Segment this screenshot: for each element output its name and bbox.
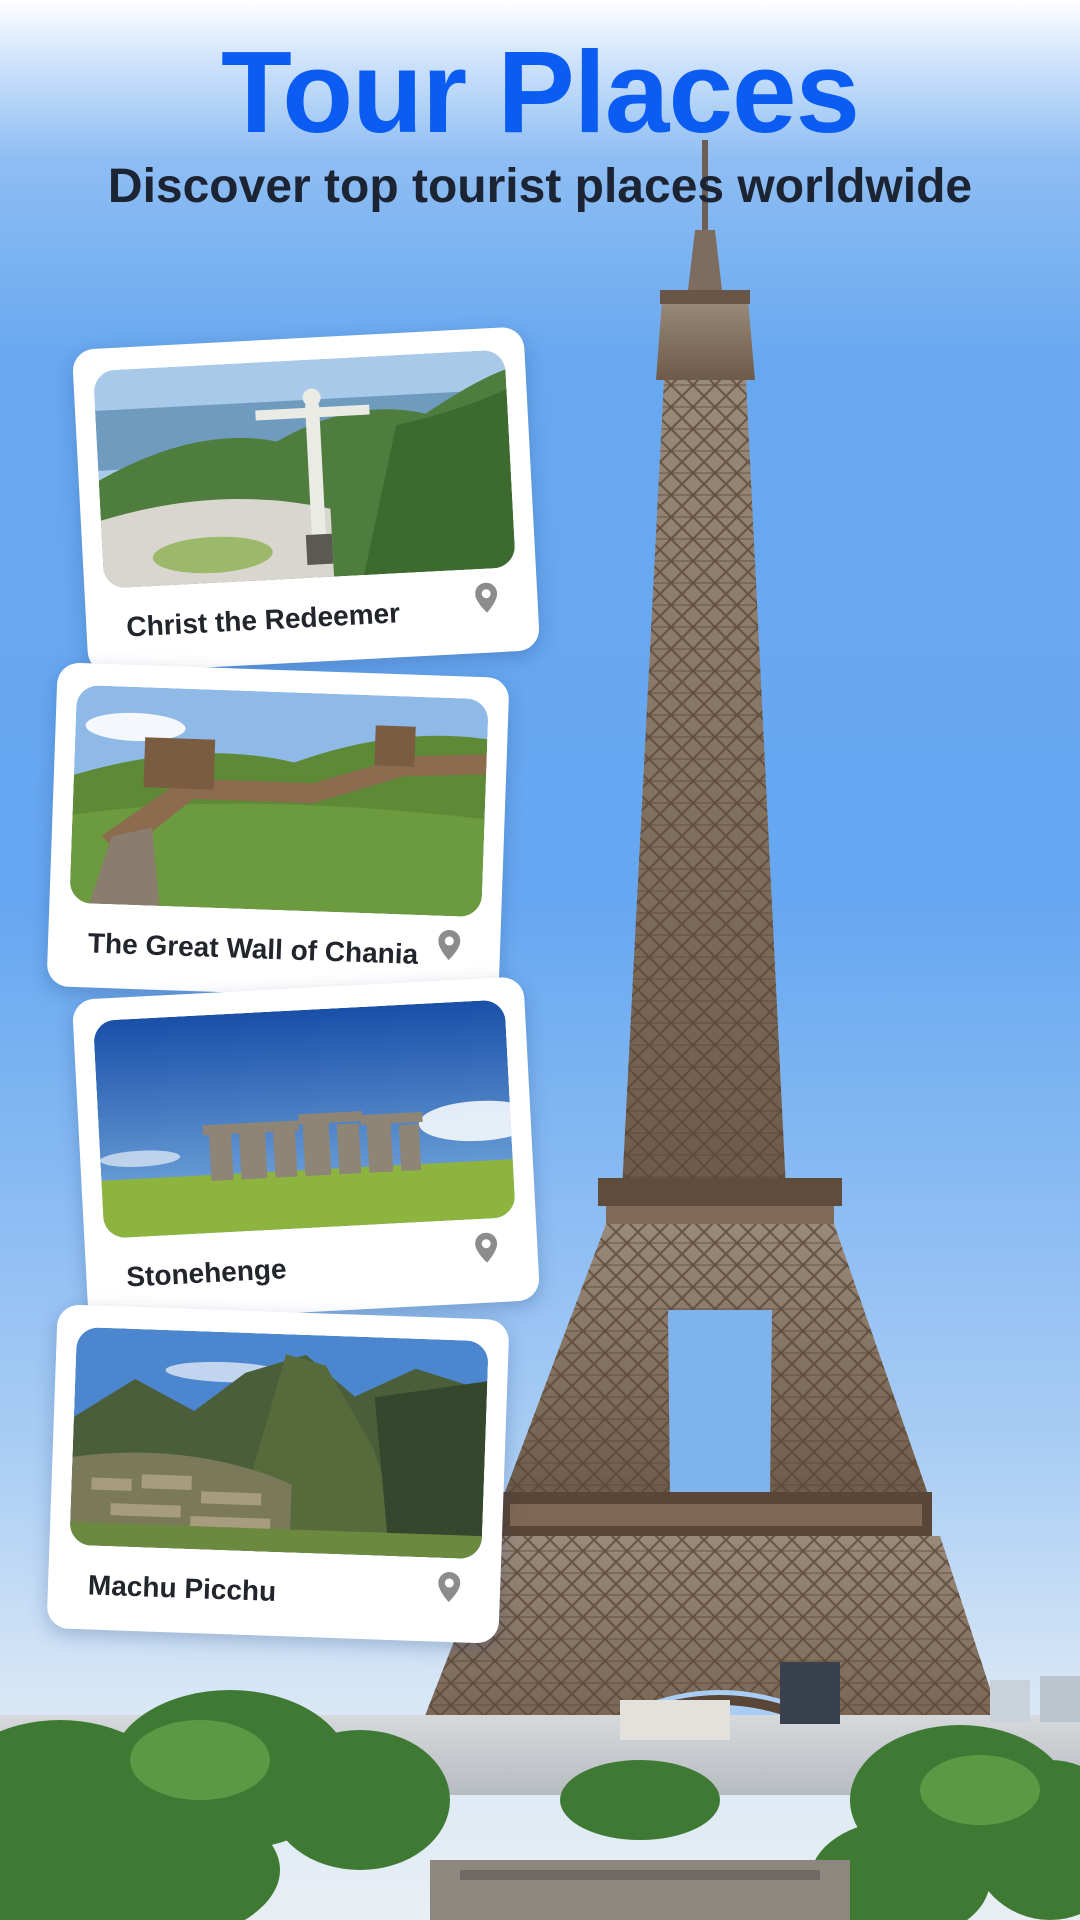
page-subtitle: Discover top tourist places worldwide xyxy=(107,160,973,213)
card-footer: Machu Picchu xyxy=(67,1545,481,1623)
place-name: The Great Wall of Chania xyxy=(87,927,419,970)
location-pin-icon[interactable] xyxy=(475,1232,499,1263)
promo-screen: Tour Places Discover top tourist places … xyxy=(0,0,1080,1920)
page-title: Tour Places xyxy=(221,27,860,157)
location-pin-icon[interactable] xyxy=(438,1572,461,1603)
stonehenge-photo xyxy=(92,999,516,1239)
great-wall-photo xyxy=(69,684,489,918)
place-name: Christ the Redeemer xyxy=(125,597,401,643)
card-footer: The Great Wall of Chania xyxy=(67,903,481,981)
location-pin-icon[interactable] xyxy=(475,582,499,613)
place-card-great-wall[interactable]: The Great Wall of Chania xyxy=(46,662,510,1002)
machu-picchu-photo xyxy=(69,1326,489,1560)
place-card-machu-picchu[interactable]: Machu Picchu xyxy=(46,1304,510,1644)
place-name: Stonehenge xyxy=(125,1253,288,1293)
place-card-stonehenge[interactable]: Stonehenge xyxy=(71,976,541,1324)
place-name: Machu Picchu xyxy=(87,1569,277,1607)
christ-the-redeemer-photo xyxy=(92,349,516,589)
location-pin-icon[interactable] xyxy=(438,930,461,961)
place-card-christ-the-redeemer[interactable]: Christ the Redeemer xyxy=(71,326,541,674)
